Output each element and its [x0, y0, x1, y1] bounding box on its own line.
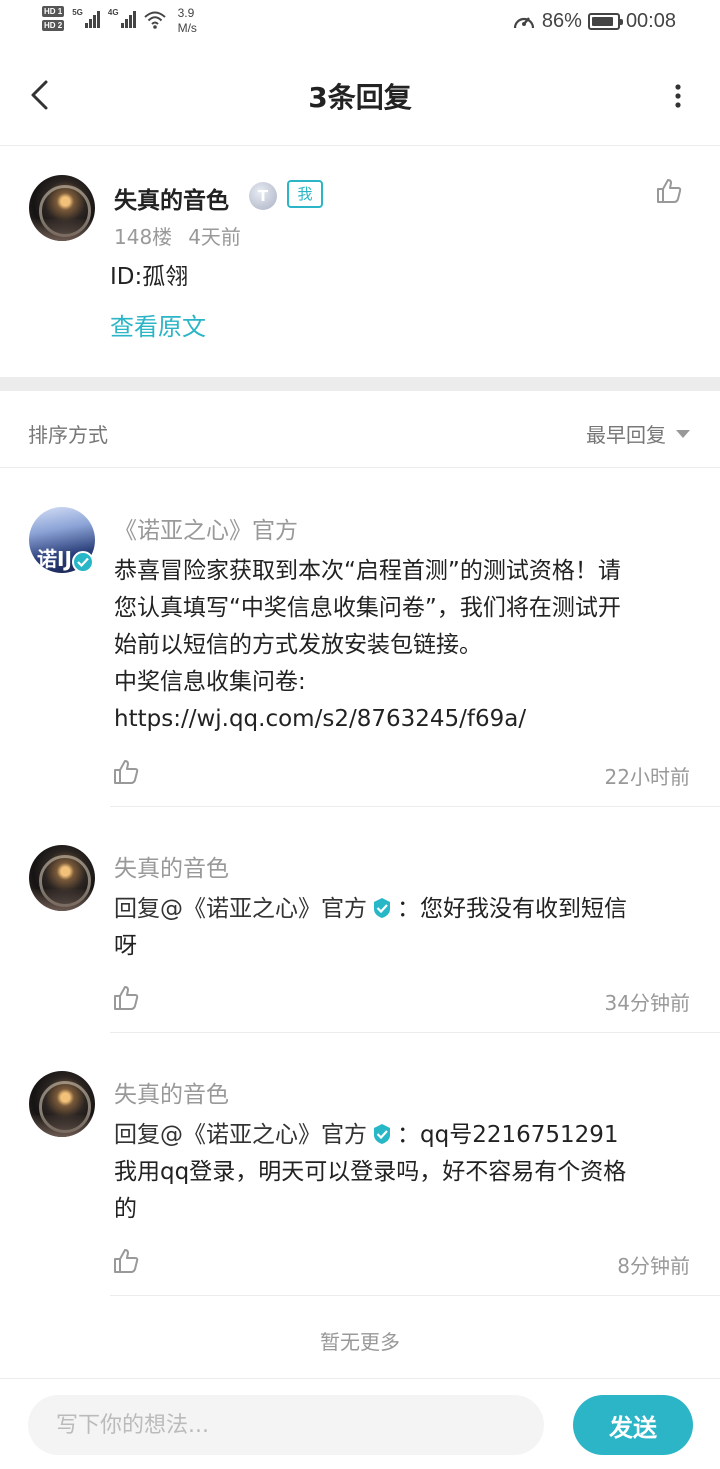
speed-value: 3.9 [177, 6, 195, 20]
thumbs-up-icon[interactable] [112, 758, 140, 786]
comment-meta: 148楼 4天前 [114, 221, 241, 250]
avatar[interactable] [29, 845, 95, 911]
thumbs-up-icon[interactable] [112, 984, 140, 1012]
reply-author[interactable]: 失真的音色 [114, 849, 229, 883]
reply-item: 失真的音色 回复@《诺亚之心》官方 ：您好我没有收到短信 呀 34分钟前 [0, 807, 720, 1033]
sort-bar: 排序方式 最早回复 [0, 391, 720, 468]
sim1-label: HD 1 [42, 6, 65, 17]
more-vertical-icon[interactable] [674, 84, 682, 108]
reply-item: 失真的音色 回复@《诺亚之心》官方 ：qq号2216751291 我用qq登录，明… [0, 1033, 720, 1296]
status-bar: HD 1 HD 2 5G 4G 3.9 M/s 86% 00:08 [0, 0, 720, 46]
verified-check-icon [374, 1124, 390, 1144]
reply-line: 我用qq登录，明天可以登录吗，好不容易有个资格 [114, 1159, 627, 1185]
reply-time: 34分钟前 [604, 991, 690, 1015]
reply-mention[interactable]: 回复@《诺亚之心》官方 [114, 1122, 367, 1148]
signal-icon: 5G [72, 6, 100, 28]
section-divider [0, 377, 720, 391]
comment-text: ID:孤翎 [110, 264, 189, 290]
level-badge: T [249, 182, 277, 210]
reply-text: 回复@《诺亚之心》官方 ：您好我没有收到短信 呀 [114, 891, 694, 965]
network-speed: 3.9 M/s [178, 6, 197, 36]
thumbs-up-icon[interactable] [655, 177, 683, 205]
comment-input[interactable] [28, 1395, 544, 1455]
send-button[interactable]: 发送 [573, 1395, 693, 1455]
view-original-link[interactable]: 查看原文 [110, 307, 206, 342]
thumbs-up-icon[interactable] [112, 1247, 140, 1275]
comment-time: 4天前 [188, 225, 241, 249]
reply-line: 的 [114, 1196, 137, 1222]
battery-icon [587, 13, 623, 30]
me-badge: 我 [287, 180, 323, 208]
verified-check-icon [72, 551, 94, 573]
avatar-text: 诺IJ [37, 547, 72, 571]
reply-author[interactable]: 《诺亚之心》官方 [114, 511, 298, 545]
verified-check-icon [374, 898, 390, 918]
reply-mention[interactable]: 回复@《诺亚之心》官方 [114, 896, 367, 922]
caret-down-icon [676, 429, 690, 438]
status-left: HD 1 HD 2 5G 4G 3.9 M/s [42, 6, 197, 36]
reply-time: 22小时前 [604, 765, 690, 789]
comment-composer: 发送 [0, 1378, 720, 1469]
reply-line: ：您好我没有收到短信 [397, 896, 627, 922]
sim2-label: HD 2 [42, 20, 65, 31]
reply-line: 中奖信息收集问卷: [114, 669, 306, 695]
signal-icon: 4G [108, 6, 136, 28]
divider [110, 1295, 720, 1296]
reply-author[interactable]: 失真的音色 [114, 1075, 229, 1109]
reply-time: 8分钟前 [617, 1254, 690, 1278]
reply-line-1: 回复@《诺亚之心》官方 ：您好我没有收到短信 [114, 891, 694, 928]
avatar[interactable] [29, 175, 95, 241]
network2-label: 4G [107, 8, 119, 17]
reply-link[interactable]: https://wj.qq.com/s2/8763245/f69a/ [114, 701, 694, 738]
reply-text: 恭喜冒险家获取到本次“启程首测”的测试资格！请 您认真填写“中奖信息收集问卷”，… [114, 553, 694, 738]
reply-line: 呀 [114, 933, 137, 959]
avatar[interactable] [29, 1071, 95, 1137]
top-app-bar: 3条回复 [0, 46, 720, 146]
page-title: 3条回复 [308, 81, 412, 114]
reply-line: 始前以短信的方式发放安装包链接。 [114, 632, 482, 658]
reply-item: 诺IJ 《诺亚之心》官方 恭喜冒险家获取到本次“启程首测”的测试资格！请 您认真… [0, 469, 720, 807]
reply-line-1: 回复@《诺亚之心》官方 ：qq号2216751291 [114, 1117, 694, 1154]
speed-unit: M/s [177, 21, 197, 35]
reply-line: ：qq号2216751291 [397, 1122, 619, 1148]
sim-labels: HD 1 HD 2 [42, 6, 65, 31]
sort-selected: 最早回复 [586, 423, 666, 447]
reply-text: 回复@《诺亚之心》官方 ：qq号2216751291 我用qq登录，明天可以登录吗… [114, 1117, 694, 1228]
wifi-icon [143, 11, 166, 29]
comment-author[interactable]: 失真的音色 [114, 181, 229, 215]
battery-percent: 86% [541, 10, 582, 32]
network1-label: 5G [72, 8, 83, 17]
reply-line: 您认真填写“中奖信息收集问卷”，我们将在测试开 [114, 595, 621, 621]
speed-gauge-icon [513, 16, 535, 28]
status-right: 86% 00:08 [512, 10, 676, 33]
floor-number: 148楼 [114, 225, 173, 249]
sort-label: 排序方式 [28, 423, 108, 447]
reply-line: 恭喜冒险家获取到本次“启程首测”的测试资格！请 [114, 558, 621, 584]
sort-dropdown[interactable]: 最早回复 [586, 419, 690, 448]
no-more-label: 暂无更多 [320, 1330, 400, 1354]
clock: 00:08 [625, 10, 676, 32]
main-comment: 失真的音色 T 我 148楼 4天前 ID:孤翎 查看原文 [0, 147, 720, 377]
battery-fill [591, 17, 613, 26]
